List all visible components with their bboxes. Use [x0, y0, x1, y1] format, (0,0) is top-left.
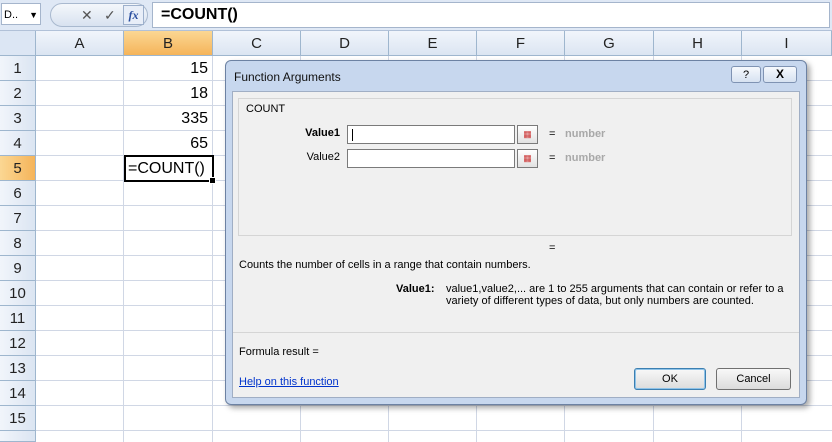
row-header-7[interactable]: 7 — [0, 206, 36, 231]
row-header-16[interactable] — [0, 431, 36, 442]
arg-help-text-line1: value1,value2,... are 1 to 255 arguments… — [446, 283, 784, 295]
column-header-d[interactable]: D — [301, 31, 389, 56]
row-header-9[interactable]: 9 — [0, 256, 36, 281]
value2-equals: = — [549, 152, 556, 164]
row-header-5[interactable]: 5 — [0, 156, 36, 181]
divider — [233, 332, 799, 333]
column-header-g[interactable]: G — [565, 31, 654, 56]
help-button[interactable]: ? — [731, 66, 761, 83]
arg-help-label: Value1: — [396, 283, 435, 295]
collapse-dialog-icon[interactable]: ▦ — [517, 149, 538, 168]
select-all-corner[interactable] — [0, 31, 36, 56]
column-header-b[interactable]: B — [124, 31, 213, 56]
row-header-15[interactable]: 15 — [0, 406, 36, 431]
cancel-formula-icon[interactable]: ✕ — [81, 7, 93, 24]
column-header-e[interactable]: E — [389, 31, 477, 56]
dialog-body: COUNT Value1 ▦ = number Value2 ▦ = numbe… — [232, 91, 800, 398]
arguments-group: COUNT Value1 ▦ = number Value2 ▦ = numbe… — [238, 98, 792, 236]
row-header-6[interactable]: 6 — [0, 181, 36, 206]
value1-input[interactable] — [347, 125, 515, 144]
row-header-3[interactable]: 3 — [0, 106, 36, 131]
row-header-4[interactable]: 4 — [0, 131, 36, 156]
formula-result-label: Formula result = — [239, 346, 319, 358]
formula-bar: D.. ▼ ✕ ✓ fx =COUNT() — [0, 0, 832, 31]
arg-help-text-line2: variety of different types of data, but … — [446, 295, 754, 307]
value1-equals: = — [549, 128, 556, 140]
name-box[interactable]: D.. ▼ — [1, 3, 41, 25]
value1-label: Value1 — [305, 127, 340, 139]
value2-result: number — [565, 152, 606, 164]
row-header-10[interactable]: 10 — [0, 281, 36, 306]
ok-button[interactable]: OK — [634, 368, 706, 390]
active-cell-b5[interactable]: =COUNT() — [124, 155, 216, 184]
column-header-i[interactable]: I — [742, 31, 832, 56]
function-arguments-dialog: Function Arguments ? X COUNT Value1 ▦ = … — [225, 60, 807, 405]
text-caret — [352, 129, 353, 141]
row-header-1[interactable]: 1 — [0, 56, 36, 81]
chevron-down-icon[interactable]: ▼ — [29, 4, 38, 26]
overall-equals: = — [549, 242, 556, 254]
column-header-a[interactable]: A — [36, 31, 124, 56]
column-header-c[interactable]: C — [213, 31, 301, 56]
column-header-h[interactable]: H — [654, 31, 742, 56]
cancel-button[interactable]: Cancel — [716, 368, 791, 390]
insert-function-icon[interactable]: fx — [123, 5, 144, 25]
name-box-text: D.. — [4, 9, 19, 21]
value2-input[interactable] — [347, 149, 515, 168]
cell-b2[interactable]: 18 — [124, 81, 212, 106]
cell-b4[interactable]: 65 — [124, 131, 212, 156]
cell-b1[interactable]: 15 — [124, 56, 212, 81]
value1-result: number — [565, 128, 606, 140]
function-description: Counts the number of cells in a range th… — [239, 259, 531, 271]
function-name: COUNT — [246, 103, 286, 115]
value2-label: Value2 — [306, 151, 340, 163]
row-header-13[interactable]: 13 — [0, 356, 36, 381]
row-header-11[interactable]: 11 — [0, 306, 36, 331]
dialog-title: Function Arguments — [234, 70, 341, 84]
enter-formula-icon[interactable]: ✓ — [104, 7, 116, 24]
collapse-dialog-icon[interactable]: ▦ — [517, 125, 538, 144]
formula-input[interactable]: =COUNT() — [152, 2, 830, 28]
active-cell-text: =COUNT() — [128, 160, 205, 177]
cell-b3[interactable]: 335 — [124, 106, 212, 131]
close-button[interactable]: X — [763, 66, 797, 83]
help-link[interactable]: Help on this function — [239, 376, 339, 388]
row-header-14[interactable]: 14 — [0, 381, 36, 406]
row-header-12[interactable]: 12 — [0, 331, 36, 356]
row-header-8[interactable]: 8 — [0, 231, 36, 256]
fill-handle[interactable] — [209, 177, 216, 184]
row-header-2[interactable]: 2 — [0, 81, 36, 106]
column-header-f[interactable]: F — [477, 31, 565, 56]
formula-buttons: ✕ ✓ fx — [50, 3, 148, 27]
